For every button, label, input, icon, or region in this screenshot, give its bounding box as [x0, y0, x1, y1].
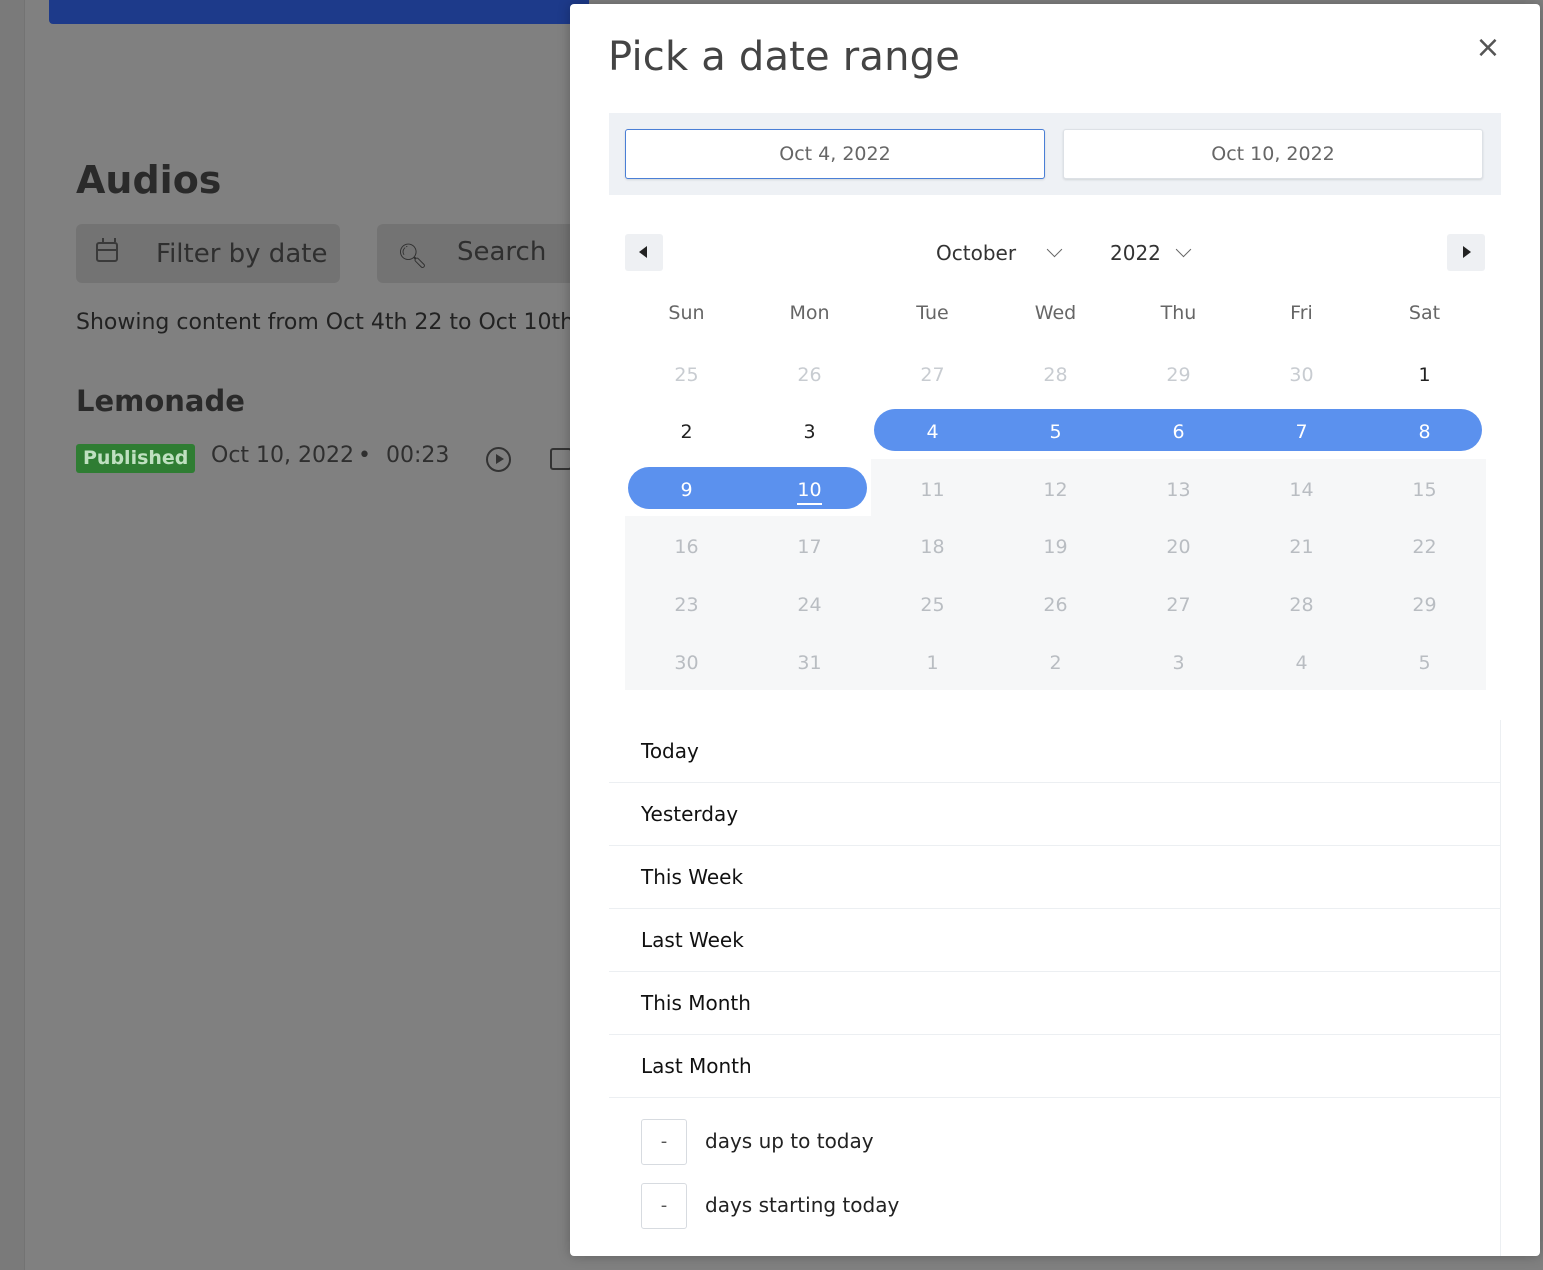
weekday-label: Sun [668, 302, 705, 324]
filter-by-date-button[interactable]: Filter by date [76, 224, 340, 283]
calendar-day[interactable]: 4 [1240, 642, 1363, 684]
date-range-inputs [609, 113, 1501, 195]
calendar-grid: 25 26 27 28 29 30 1 2 3 4 5 6 7 8 9 10 1… [625, 344, 1486, 690]
calendar-day[interactable]: 12 [994, 469, 1117, 511]
weekday-label: Mon [789, 302, 830, 324]
calendar-day[interactable]: 25 [871, 584, 994, 626]
calendar-day[interactable]: 1 [871, 642, 994, 684]
calendar-day[interactable]: 25 [625, 354, 748, 396]
audio-title[interactable]: Lemonade [76, 384, 245, 418]
calendar-day-selected[interactable]: 7 [1240, 411, 1363, 453]
days-up-to-today-label: days up to today [705, 1129, 874, 1153]
calendar-day[interactable]: 15 [1363, 469, 1486, 511]
calendar-day[interactable]: 26 [994, 584, 1117, 626]
close-icon[interactable]: × [1472, 32, 1504, 64]
calendar-day[interactable]: 23 [625, 584, 748, 626]
calendar-day[interactable]: 11 [871, 469, 994, 511]
calendar-day-today[interactable]: 10 [748, 469, 871, 511]
calendar-day[interactable]: 30 [625, 642, 748, 684]
start-date-input[interactable] [625, 129, 1045, 179]
calendar-day[interactable]: 13 [1117, 469, 1240, 511]
status-badge: Published [76, 444, 196, 473]
today-day-number: 10 [797, 479, 822, 505]
days-up-to-today-input[interactable]: - [641, 1119, 687, 1165]
chevron-down-icon [1046, 241, 1063, 258]
next-month-button[interactable] [1447, 234, 1485, 271]
month-select[interactable]: October [936, 236, 1066, 270]
preset-last-week[interactable]: Last Week [609, 909, 1501, 972]
audio-date: Oct 10, 2022 [211, 443, 354, 468]
calendar-day[interactable]: 27 [871, 354, 994, 396]
upgrade-banner [49, 0, 589, 24]
calendar-day-selected[interactable]: 9 [625, 469, 748, 511]
caret-left-icon [639, 246, 647, 258]
showing-range-text: Showing content from Oct 4th 22 to Oct 1… [76, 310, 575, 335]
calendar-day[interactable]: 26 [748, 354, 871, 396]
previous-month-button[interactable] [625, 234, 663, 271]
calendar-day[interactable]: 29 [1117, 354, 1240, 396]
search-icon: 🔍︎ [397, 242, 428, 270]
weekday-label: Tue [916, 302, 949, 324]
play-icon[interactable] [486, 447, 511, 472]
preset-range-list: Today Yesterday This Week Last Week This… [609, 720, 1501, 1098]
preset-yesterday[interactable]: Yesterday [609, 783, 1501, 846]
month-select-value: October [936, 241, 1017, 265]
caret-right-icon [1463, 246, 1471, 258]
days-starting-today-input[interactable]: - [641, 1183, 687, 1229]
calendar-day[interactable]: 28 [994, 354, 1117, 396]
calendar-day-selected[interactable]: 6 [1117, 411, 1240, 453]
modal-title: Pick a date range [608, 34, 961, 80]
calendar-day[interactable]: 31 [748, 642, 871, 684]
search-placeholder: Search [457, 237, 547, 267]
sidebar-strip [0, 0, 25, 1270]
calendar-day[interactable]: 24 [748, 584, 871, 626]
calendar-day[interactable]: 21 [1240, 526, 1363, 568]
weekday-header: Sun Mon Tue Wed Thu Fri Sat [625, 302, 1486, 332]
chevron-down-icon [1175, 241, 1192, 258]
calendar-day[interactable]: 18 [871, 526, 994, 568]
calendar-day[interactable]: 1 [1363, 354, 1486, 396]
preset-today[interactable]: Today [609, 720, 1501, 783]
calendar-day[interactable]: 19 [994, 526, 1117, 568]
weekday-label: Wed [1034, 302, 1077, 324]
calendar-day[interactable]: 3 [1117, 642, 1240, 684]
calendar-day[interactable]: 29 [1363, 584, 1486, 626]
calendar-day[interactable]: 20 [1117, 526, 1240, 568]
audio-duration: 00:23 [386, 443, 450, 468]
calendar-icon [96, 238, 118, 262]
calendar-day[interactable]: 2 [994, 642, 1117, 684]
preset-last-month[interactable]: Last Month [609, 1035, 1501, 1098]
calendar-day[interactable]: 16 [625, 526, 748, 568]
weekday-label: Fri [1290, 302, 1313, 324]
calendar-day-selected[interactable]: 4 [871, 411, 994, 453]
weekday-label: Thu [1160, 302, 1197, 324]
date-range-modal: Pick a date range × October 2022 Sun Mon… [570, 4, 1540, 1256]
filter-by-date-label: Filter by date [156, 239, 328, 269]
edit-icon[interactable] [550, 448, 572, 470]
search-input[interactable]: 🔍︎ Search [377, 224, 577, 283]
year-select-value: 2022 [1110, 241, 1161, 265]
calendar-day-selected[interactable]: 8 [1363, 411, 1486, 453]
calendar-day[interactable]: 3 [748, 411, 871, 453]
divider [1500, 720, 1501, 1256]
calendar-day[interactable]: 28 [1240, 584, 1363, 626]
preset-this-week[interactable]: This Week [609, 846, 1501, 909]
page-title: Audios [76, 158, 222, 202]
preset-this-month[interactable]: This Month [609, 972, 1501, 1035]
calendar-day[interactable]: 14 [1240, 469, 1363, 511]
calendar-day[interactable]: 5 [1363, 642, 1486, 684]
calendar-day-selected[interactable]: 5 [994, 411, 1117, 453]
calendar-day[interactable]: 27 [1117, 584, 1240, 626]
calendar-day[interactable]: 2 [625, 411, 748, 453]
end-date-input[interactable] [1063, 129, 1483, 179]
meta-separator: • [358, 443, 371, 468]
days-starting-today-label: days starting today [705, 1193, 900, 1217]
calendar-day[interactable]: 30 [1240, 354, 1363, 396]
calendar-day[interactable]: 17 [748, 526, 871, 568]
calendar-day[interactable]: 22 [1363, 526, 1486, 568]
weekday-label: Sat [1408, 302, 1441, 324]
year-select[interactable]: 2022 [1110, 236, 1195, 270]
